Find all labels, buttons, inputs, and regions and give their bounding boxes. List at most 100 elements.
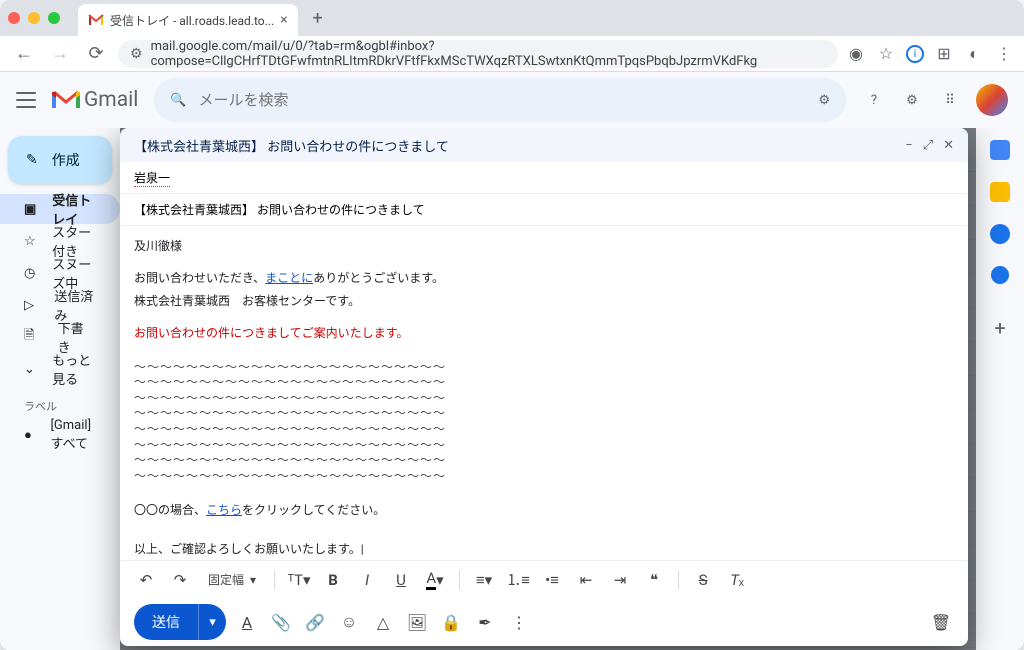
tab-close-icon[interactable]: ×	[280, 12, 287, 28]
tab-title: 受信トレイ - all.roads.lead.to...	[110, 12, 274, 29]
sidebar-item-gmail-label[interactable]: ●[Gmail]すべて	[0, 420, 120, 450]
discard-icon[interactable]: 🗑	[928, 609, 954, 635]
send-options-button[interactable]: ▾	[198, 604, 226, 640]
sidebar-item-snoozed[interactable]: ◷スヌーズ中	[0, 258, 120, 288]
calendar-icon[interactable]	[990, 140, 1010, 160]
underline-button[interactable]: U	[389, 568, 413, 592]
menu-icon[interactable]: ⋮	[994, 44, 1014, 64]
window-minimize[interactable]	[28, 12, 40, 24]
separator-block: 〜〜〜〜〜〜〜〜〜〜〜〜〜〜〜〜〜〜〜〜〜〜〜〜〜〜〜〜〜〜〜〜〜〜〜〜〜〜〜〜…	[134, 360, 954, 485]
inbox-icon: ▣	[24, 202, 36, 217]
compose-actions: 送信 ▾ A 📎 🔗 ☺ △ 🖼 🔒 ✒ ⋮ 🗑	[120, 598, 968, 646]
sidebar-item-drafts[interactable]: 🗎下書き	[0, 322, 120, 352]
indent-less-button[interactable]: ⇤	[574, 568, 598, 592]
star-icon[interactable]: ☆	[876, 44, 896, 64]
italic-button[interactable]: I	[355, 568, 379, 592]
pencil-icon: ✎	[26, 152, 38, 168]
drive-icon[interactable]: △	[370, 609, 396, 635]
sidebar-item-inbox[interactable]: ▣受信トレイ	[0, 194, 120, 224]
settings-gear-icon[interactable]: ⚙	[900, 88, 924, 112]
labels-header: ラベル	[0, 386, 120, 418]
more-options-icon[interactable]: ⋮	[506, 609, 532, 635]
strikethrough-button[interactable]: S	[691, 568, 715, 592]
account-avatar[interactable]	[976, 84, 1008, 116]
font-size-button[interactable]: ᵀT▾	[287, 568, 311, 592]
search-icon[interactable]: 🔍	[170, 93, 186, 108]
format-toolbar: ↶ ↷ 固定幅▾ ᵀT▾ B I U A▾ ≡▾ ⒈≡ •≡ ⇤ ⇥ ❝	[120, 560, 968, 598]
greeting-line: 及川徹様	[134, 236, 954, 256]
sidebar-item-more[interactable]: ⌄もっと見る	[0, 354, 120, 384]
url-text: mail.google.com/mail/u/0/?tab=rm&ogbl#in…	[151, 39, 826, 69]
align-button[interactable]: ≡▾	[472, 568, 496, 592]
tasks-icon[interactable]	[990, 224, 1010, 244]
forward-button[interactable]: →	[46, 40, 74, 68]
ordered-list-button[interactable]: ⒈≡	[506, 568, 530, 592]
draft-icon: 🗎	[24, 326, 42, 348]
close-compose-icon[interactable]: ✕	[943, 138, 954, 153]
format-toggle-icon[interactable]: A	[234, 609, 260, 635]
puzzle-icon[interactable]: ⊞	[934, 44, 954, 64]
add-panel-icon[interactable]: +	[994, 316, 1005, 340]
sidebar-item-starred[interactable]: ☆スター付き	[0, 226, 120, 256]
window-maximize[interactable]	[48, 12, 60, 24]
clear-format-button[interactable]: Tₓ	[725, 568, 749, 592]
window-controls	[8, 12, 60, 24]
compose-window: 【株式会社青葉城西】 お問い合わせの件につきまして − ⤢ ✕ 岩泉一 【株式会…	[120, 128, 968, 646]
link-icon[interactable]: 🔗	[302, 609, 328, 635]
bold-button[interactable]: B	[321, 568, 345, 592]
quote-button[interactable]: ❝	[642, 568, 666, 592]
contacts-icon[interactable]	[991, 266, 1009, 284]
sidebar-item-sent[interactable]: ▷送信済み	[0, 290, 120, 320]
window-close[interactable]	[8, 12, 20, 24]
closing-line: 以上、ご確認よろしくお願いいたします。|	[134, 539, 954, 559]
help-icon[interactable]: ?	[862, 88, 886, 112]
new-tab-button[interactable]: +	[304, 4, 332, 32]
subject-field[interactable]: 【株式会社青葉城西】 お問い合わせの件につきまして	[120, 194, 968, 226]
send-button[interactable]: 送信	[134, 604, 198, 640]
chevron-down-icon: ⌄	[24, 362, 36, 377]
profile-icon[interactable]: ◐	[964, 44, 984, 64]
image-icon[interactable]: 🖼	[404, 609, 430, 635]
redo-button[interactable]: ↷	[168, 568, 192, 592]
indent-more-button[interactable]: ⇥	[608, 568, 632, 592]
confidential-icon[interactable]: 🔒	[438, 609, 464, 635]
address-bar: ← → ⟳ ⚙ mail.google.com/mail/u/0/?tab=rm…	[0, 36, 1024, 72]
minimize-compose-icon[interactable]: −	[905, 138, 912, 153]
star-icon: ☆	[24, 234, 36, 249]
recipient-chip[interactable]: 岩泉一	[134, 169, 170, 187]
compose-label: 作成	[52, 150, 80, 170]
search-options-icon[interactable]: ⚙	[818, 93, 830, 108]
send-button-group: 送信 ▾	[134, 604, 226, 640]
bullet-list-button[interactable]: •≡	[540, 568, 564, 592]
body-red-line: お問い合わせの件につきましてご案内いたします。	[134, 323, 954, 343]
search-input[interactable]	[199, 92, 807, 109]
fullscreen-compose-icon[interactable]: ⤢	[923, 138, 933, 153]
keep-icon[interactable]	[990, 182, 1010, 202]
url-field[interactable]: ⚙ mail.google.com/mail/u/0/?tab=rm&ogbl#…	[118, 40, 838, 68]
site-info-icon[interactable]: ⚙	[130, 46, 143, 62]
sidebar: ✎ 作成 ▣受信トレイ ☆スター付き ◷スヌーズ中 ▷送信済み 🗎下書き ⌄もっ…	[0, 128, 120, 650]
emoji-icon[interactable]: ☺	[336, 609, 362, 635]
compose-header[interactable]: 【株式会社青葉城西】 お問い合わせの件につきまして − ⤢ ✕	[120, 128, 968, 162]
browser-tab[interactable]: 受信トレイ - all.roads.lead.to... ×	[78, 4, 298, 36]
compose-body[interactable]: 及川徹様 お問い合わせいただき、まことにありがとうございます。 株式会社青葉城西…	[120, 226, 968, 560]
main-menu-button[interactable]	[16, 90, 36, 110]
gmail-logo[interactable]: Gmail	[52, 88, 138, 112]
body-line-2: 株式会社青葉城西 お客様センターです。	[134, 291, 954, 311]
text-color-button[interactable]: A▾	[423, 568, 447, 592]
search-box[interactable]: 🔍 ⚙	[154, 78, 846, 122]
attach-icon[interactable]: 📎	[268, 609, 294, 635]
click-line: 〇〇の場合、こちらをクリックしてください。	[134, 500, 954, 520]
to-field[interactable]: 岩泉一	[120, 162, 968, 194]
signature-icon[interactable]: ✒	[472, 609, 498, 635]
eye-icon[interactable]: ◉	[846, 44, 866, 64]
font-selector[interactable]: 固定幅▾	[202, 569, 262, 590]
kochira-link[interactable]: こちら	[206, 503, 242, 517]
undo-button[interactable]: ↶	[134, 568, 158, 592]
reload-button[interactable]: ⟳	[82, 40, 110, 68]
compose-button[interactable]: ✎ 作成	[8, 136, 112, 184]
apps-grid-icon[interactable]: ⠿	[938, 88, 962, 112]
back-button[interactable]: ←	[10, 40, 38, 68]
makotoni-link[interactable]: まことに	[265, 271, 313, 285]
extension-icon[interactable]: i	[906, 45, 924, 63]
